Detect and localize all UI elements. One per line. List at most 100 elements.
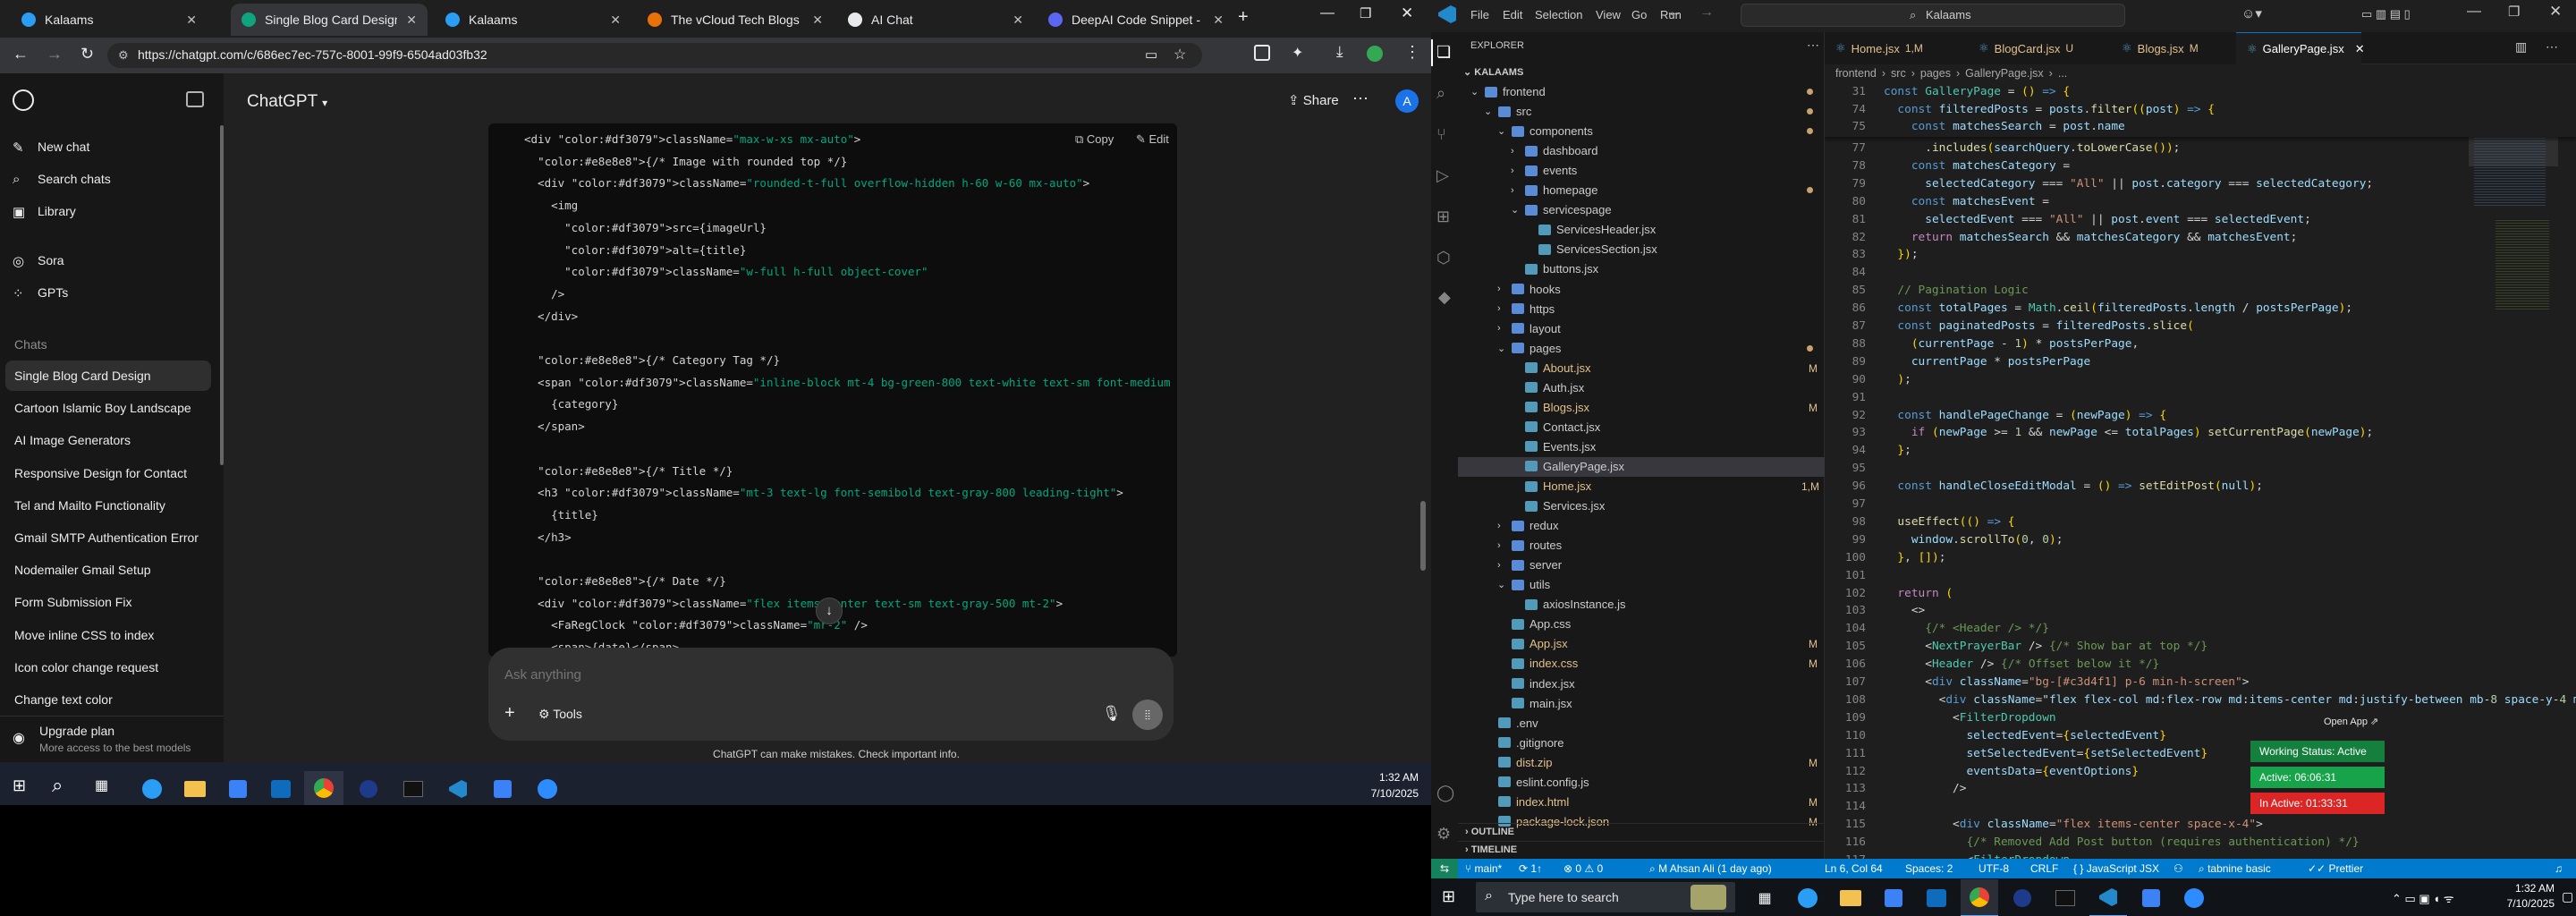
tree-item-main-jsx[interactable]: main.jsx xyxy=(1497,697,1572,710)
minimap[interactable] xyxy=(2469,86,2558,859)
indentation-status[interactable]: Spaces: 2 xyxy=(1905,859,1953,878)
terminal-icon[interactable] xyxy=(394,771,433,805)
accounts-icon[interactable]: ◯ xyxy=(1436,784,1454,802)
tree-item-utils[interactable]: ⌄ utils xyxy=(1497,578,1550,591)
layout-icons[interactable]: ▭ ▥ ▤ ▯ xyxy=(2361,7,2411,21)
tree-item-eslint-config-js[interactable]: eslint.config.js xyxy=(1484,776,1589,789)
tree-item-buttons-jsx[interactable]: buttons.jsx xyxy=(1511,262,1598,276)
voice-mode-button[interactable]: ⦙⦙ xyxy=(1132,700,1163,730)
tree-item--gitignore[interactable]: .gitignore xyxy=(1484,736,1563,750)
tree-item-dist-zip[interactable]: dist.zip xyxy=(1484,756,1552,769)
search-view-icon[interactable]: ⌕ xyxy=(1436,84,1445,103)
cursor-position[interactable]: Ln 6, Col 64 xyxy=(1825,859,1883,878)
install-icon[interactable]: ▭ xyxy=(1145,47,1157,63)
tree-item-gallerypage-jsx[interactable]: GalleryPage.jsx xyxy=(1511,460,1624,473)
gpts-button[interactable]: GPTs xyxy=(38,285,68,300)
workspace-root[interactable]: ⌄ KALAAMS xyxy=(1463,66,1523,78)
tree-item-auth-jsx[interactable]: Auth.jsx xyxy=(1511,381,1584,394)
code-editor[interactable]: 31 const GalleryPage = () => {74 const fi… xyxy=(1825,83,2576,859)
tree-item-https[interactable]: › https xyxy=(1497,302,1555,316)
menu-file[interactable]: File xyxy=(1470,8,1489,21)
editor-tab[interactable]: ⚛ Blogs.jsx M xyxy=(2111,32,2236,64)
system-tray-icons[interactable]: ⌃ ▭ ▣ ◖ ᯤ xyxy=(2392,890,2454,906)
user-avatar[interactable]: A xyxy=(1395,89,1419,113)
browser-tab[interactable]: AI Chat ✕ xyxy=(837,4,1034,36)
download-icon[interactable]: ⤓ xyxy=(1336,43,1343,61)
editor-tab-close-icon[interactable]: ✕ xyxy=(2355,42,2365,56)
bookmark-star-icon[interactable]: ☆ xyxy=(1174,46,1186,64)
tree-item-servicessection-jsx[interactable]: ServicesSection.jsx xyxy=(1524,242,1657,256)
maximize-button[interactable]: ❐ xyxy=(1360,5,1371,21)
tree-item-routes[interactable]: › routes xyxy=(1497,539,1562,552)
notification-center-icon[interactable]: ▢ xyxy=(2562,889,2573,904)
tree-item-frontend[interactable]: ⌄ frontend xyxy=(1470,85,1546,98)
app-taskbar-icon-2[interactable] xyxy=(2132,879,2170,916)
search-chats-button[interactable]: Search chats xyxy=(38,172,111,186)
vs-maximize-button[interactable]: ❐ xyxy=(2508,4,2520,20)
breadcrumb-item[interactable]: GalleryPage.jsx xyxy=(1965,67,2044,80)
task-view-button[interactable]: ▦ xyxy=(1746,879,1784,916)
browser-tab[interactable]: Kalaams ✕ xyxy=(435,4,631,36)
chat-history-item[interactable]: Icon color change request xyxy=(14,660,158,674)
eol-status[interactable]: CRLF xyxy=(2030,859,2058,878)
forward-icon[interactable]: → xyxy=(47,45,63,64)
run-debug-icon[interactable]: ▷ xyxy=(1436,166,1449,185)
tree-item-index-jsx[interactable]: index.jsx xyxy=(1497,677,1575,691)
branch-status[interactable]: ⑂ main* xyxy=(1465,859,1502,878)
copy-code-button[interactable]: ⧉ Copy xyxy=(1075,132,1114,147)
taskbar-search-box[interactable]: ⌕ Type here to search xyxy=(1476,882,1735,912)
tree-item-index-html[interactable]: index.html xyxy=(1484,795,1569,809)
sidebar-toggle-icon[interactable] xyxy=(186,91,204,107)
new-tab-button[interactable]: + xyxy=(1238,7,1249,28)
chat-history-item[interactable]: Gmail SMTP Authentication Error xyxy=(14,530,199,545)
minimize-button[interactable]: — xyxy=(1320,5,1335,21)
browser-tab[interactable]: Single Blog Card Design ✕ xyxy=(231,4,428,36)
browser-tab[interactable]: Kalaams ✕ xyxy=(11,4,208,36)
tree-item-servicesheader-jsx[interactable]: ServicesHeader.jsx xyxy=(1524,223,1656,236)
chrome-taskbar-icon[interactable] xyxy=(304,771,343,805)
sync-status[interactable]: ⟳ 1↑ xyxy=(1519,859,1542,878)
tab-close-icon[interactable]: ✕ xyxy=(610,13,621,28)
chrome-taskbar-icon-right[interactable] xyxy=(1961,879,1998,916)
editor-tab[interactable]: ⚛ GalleryPage.jsx ✕ xyxy=(2236,32,2365,64)
tab-close-icon[interactable]: ✕ xyxy=(1213,13,1224,28)
command-center[interactable]: ⌕ Kalaams xyxy=(1741,4,2125,27)
profile-avatar[interactable] xyxy=(1367,46,1383,62)
app-icon-1[interactable] xyxy=(349,771,388,805)
explorer-icon[interactable]: ❏ xyxy=(1436,43,1451,62)
back-icon[interactable]: ← xyxy=(13,45,29,64)
copilot-icon[interactable]: ☺▾ xyxy=(2241,5,2262,21)
git-blame-status[interactable]: ⌕ M Ahsan Ali (1 day ago) xyxy=(1649,859,1772,878)
address-bar[interactable]: ⚙ https://chatgpt.com/c/686ec7ec-757c-80… xyxy=(107,43,1202,68)
tree-item-pages[interactable]: ⌄ pages xyxy=(1497,342,1561,355)
tabnine-status[interactable]: ⌕ tabnine basic xyxy=(2199,859,2271,878)
open-app-link[interactable]: Open App ⇗ xyxy=(2324,716,2378,727)
breadcrumb-item[interactable]: src xyxy=(1891,67,1906,80)
tree-item-app-jsx[interactable]: App.jsx xyxy=(1497,637,1568,650)
tree-item-server[interactable]: › server xyxy=(1497,558,1562,572)
remote-status-icon[interactable]: ⇆ xyxy=(1431,859,1458,878)
vs-close-button[interactable]: ✕ xyxy=(2549,3,2562,21)
chat-history-item[interactable]: Responsive Design for Contact xyxy=(14,466,187,480)
tree-item-components[interactable]: ⌄ components xyxy=(1497,124,1593,138)
chat-history-item[interactable]: Move inline CSS to index xyxy=(14,628,154,642)
model-selector[interactable]: ChatGPT ▾ xyxy=(247,92,327,112)
outlook-icon[interactable] xyxy=(261,771,301,805)
breadcrumb-item[interactable]: pages xyxy=(1920,67,1951,80)
file-explorer-icon[interactable] xyxy=(175,771,215,805)
editor-tab[interactable]: ⚛ Home.jsx 1,M xyxy=(1825,32,1968,64)
close-window-button[interactable]: ✕ xyxy=(1401,4,1413,22)
problems-status[interactable]: ⊗ 0 ⚠ 0 xyxy=(1563,859,1603,878)
tree-item--env[interactable]: .env xyxy=(1484,717,1538,730)
chat-history-item[interactable]: Nodemailer Gmail Setup xyxy=(14,563,151,577)
timeline-section[interactable]: › TIMELINE xyxy=(1458,841,1825,859)
vscode-taskbar-icon-right[interactable] xyxy=(2089,879,2127,916)
vs-minimize-button[interactable]: — xyxy=(2467,4,2481,20)
microphone-icon[interactable]: 🎙 xyxy=(1102,705,1122,723)
tree-item-about-jsx[interactable]: About.jsx xyxy=(1511,361,1590,375)
tree-item-homepage[interactable]: › homepage xyxy=(1511,183,1597,197)
chat-scrollbar[interactable] xyxy=(1420,501,1426,571)
editor-more-icon[interactable]: ⋯ xyxy=(2546,39,2558,55)
menu-view[interactable]: View xyxy=(1596,8,1621,21)
terminal-taskbar-icon[interactable] xyxy=(2046,879,2084,916)
